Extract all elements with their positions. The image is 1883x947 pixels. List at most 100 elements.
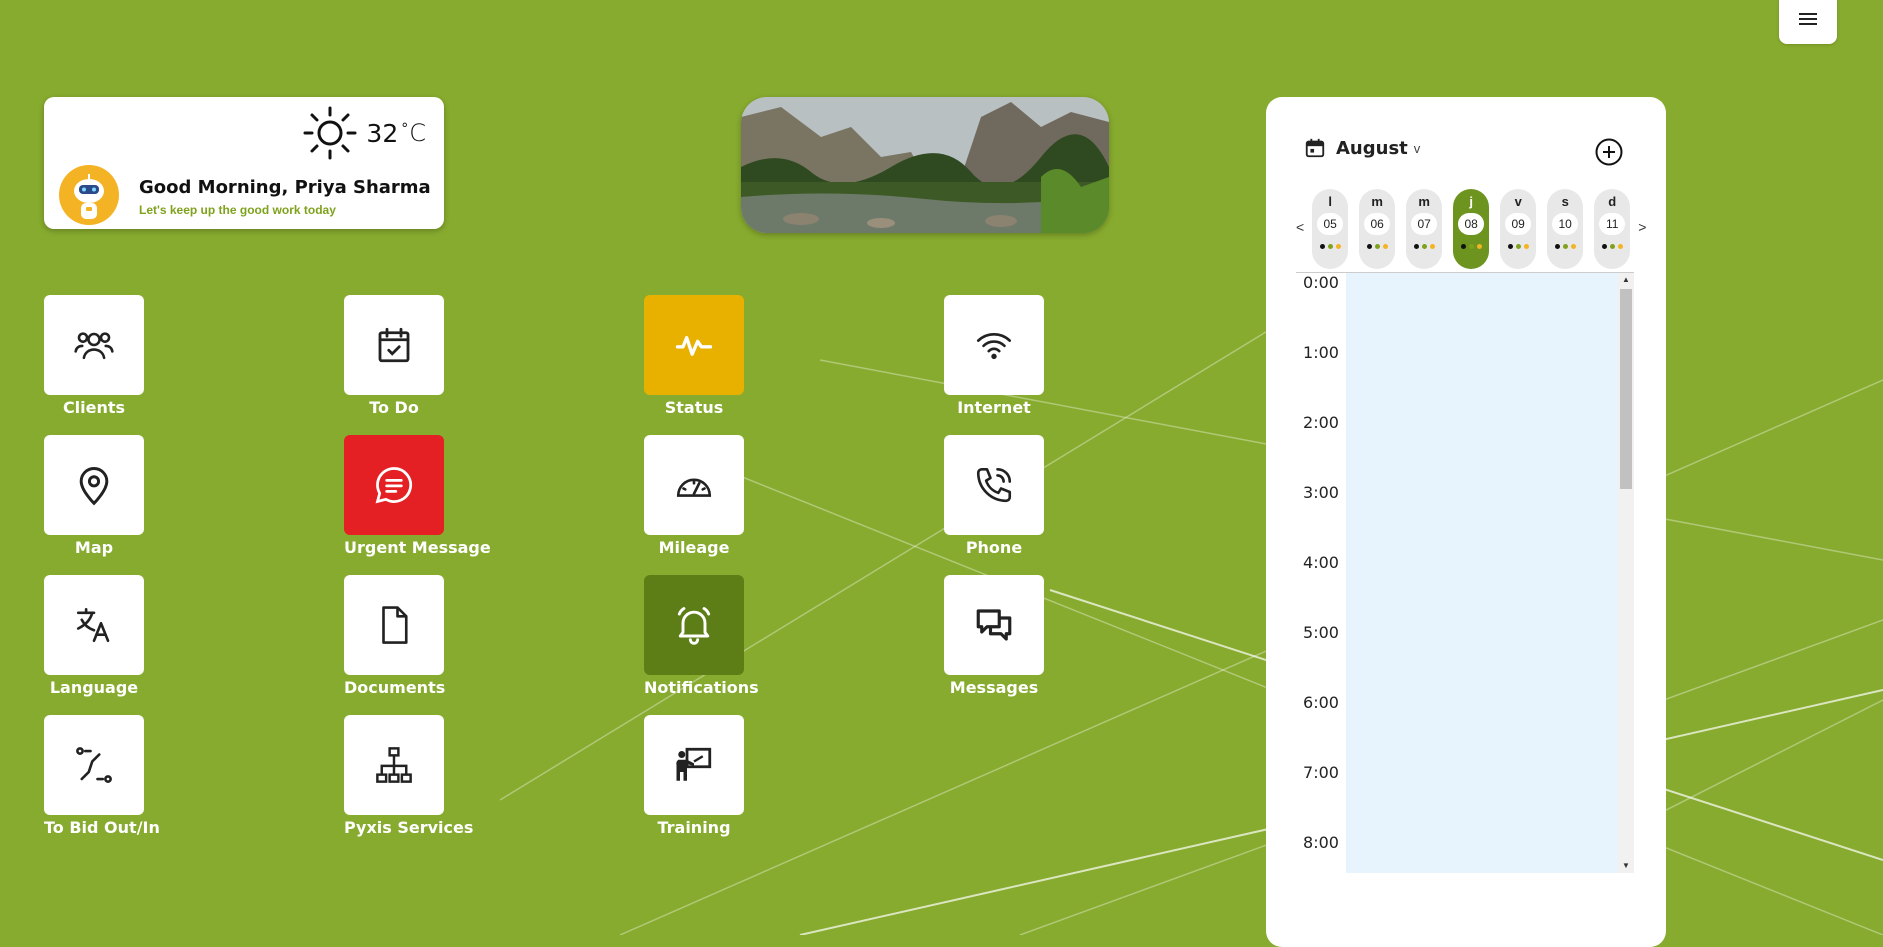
day-number: 05 — [1317, 213, 1344, 235]
scrollbar-thumb[interactable] — [1620, 289, 1632, 489]
tile-to-bid-button[interactable] — [44, 715, 144, 815]
day-pill[interactable]: v 09 — [1500, 189, 1537, 269]
greeting-title: Good Morning, Priya Sharma — [139, 177, 431, 198]
day-pill[interactable]: d 11 — [1594, 189, 1631, 269]
event-dots — [1366, 244, 1388, 249]
tile-clients-button[interactable] — [44, 295, 144, 395]
next-week-button[interactable]: > — [1638, 219, 1646, 235]
tile-pyxis-services-button[interactable] — [344, 715, 444, 815]
tile-urgent-message-button[interactable] — [344, 435, 444, 535]
hour-label: 0:00 — [1303, 273, 1339, 292]
event-dots — [1507, 244, 1529, 249]
greeting-subtitle: Let's keep up the good work today — [139, 203, 336, 217]
hour-label: 4:00 — [1303, 553, 1339, 572]
tile-language-button[interactable] — [44, 575, 144, 675]
month-selector[interactable]: August v — [1304, 137, 1420, 159]
event-dots — [1413, 244, 1435, 249]
calendar-check-icon — [378, 327, 410, 363]
greeting-card: 32 ° C Good Morning, Priya Sharma Let's ke… — [44, 97, 444, 229]
hour-label: 7:00 — [1303, 763, 1339, 782]
calendar-panel: August v < l 05 m 06 m 07 j 08 v 09 s 10… — [1266, 97, 1666, 947]
tile-training[interactable]: Training — [644, 715, 794, 837]
month-caret[interactable]: v — [1414, 141, 1421, 156]
time-slots[interactable] — [1346, 273, 1618, 873]
tile-map[interactable]: Map — [44, 435, 194, 557]
tile-phone[interactable]: Phone — [944, 435, 1094, 557]
menu-icon — [1799, 13, 1817, 25]
event-dots — [1601, 244, 1623, 249]
bell-icon — [677, 607, 711, 645]
hour-label: 8:00 — [1303, 833, 1339, 852]
day-pill[interactable]: l 05 — [1312, 189, 1349, 269]
hour-label: 3:00 — [1303, 483, 1339, 502]
tile-status[interactable]: Status — [644, 295, 794, 417]
tile-label: Pyxis Services — [344, 818, 474, 837]
tile-label: Notifications — [644, 678, 759, 697]
tile-pyxis-services[interactable]: Pyxis Services — [344, 715, 494, 837]
hour-label: 2:00 — [1303, 413, 1339, 432]
tile-label: Internet — [957, 398, 1031, 417]
tile-notifications[interactable]: Notifications — [644, 575, 794, 697]
hamburger-menu-button[interactable] — [1779, 0, 1837, 44]
tile-label: Training — [657, 818, 731, 837]
schedule-scrollbar[interactable]: ▲ ▼ — [1618, 273, 1634, 873]
robot-icon — [74, 174, 104, 219]
message-icon — [375, 467, 413, 504]
sitemap-icon — [376, 747, 412, 783]
day-number: 09 — [1505, 213, 1532, 235]
sun-icon — [303, 106, 357, 160]
tile-phone-button[interactable] — [944, 435, 1044, 535]
day-number: 07 — [1411, 213, 1438, 235]
tile-documents-button[interactable] — [344, 575, 444, 675]
tile-messages[interactable]: Messages — [944, 575, 1094, 697]
day-letter: d — [1608, 194, 1617, 209]
day-number: 10 — [1552, 213, 1579, 235]
tile-todo[interactable]: To Do — [344, 295, 494, 417]
add-event-button[interactable] — [1594, 137, 1624, 172]
tile-label: Clients — [62, 398, 126, 417]
week-strip: < l 05 m 06 m 07 j 08 v 09 s 10 d 11 > — [1296, 189, 1646, 269]
tile-todo-button[interactable] — [344, 295, 444, 395]
tile-mileage-button[interactable] — [644, 435, 744, 535]
weather-widget: 32 ° C — [302, 105, 426, 161]
map-pin-icon — [79, 467, 109, 506]
tile-internet-button[interactable] — [944, 295, 1044, 395]
event-dots — [1554, 244, 1576, 249]
day-pill[interactable]: m 07 — [1406, 189, 1443, 269]
tile-label: Status — [664, 398, 724, 417]
tile-documents[interactable]: Documents — [344, 575, 494, 697]
day-letter: s — [1561, 194, 1569, 209]
presentation-icon — [676, 747, 712, 781]
tile-training-button[interactable] — [644, 715, 744, 815]
activity-icon — [675, 336, 713, 356]
month-label[interactable]: August — [1336, 138, 1408, 159]
landscape-banner — [741, 97, 1109, 233]
hour-label: 5:00 — [1303, 623, 1339, 642]
tile-map-button[interactable] — [44, 435, 144, 535]
day-pill[interactable]: s 10 — [1547, 189, 1584, 269]
scroll-up-arrow-icon[interactable]: ▲ — [1618, 273, 1634, 287]
event-dots — [1319, 244, 1341, 249]
tile-language[interactable]: Language — [44, 575, 194, 697]
tile-internet[interactable]: Internet — [944, 295, 1094, 417]
tile-status-button[interactable] — [644, 295, 744, 395]
tile-label: Map — [74, 538, 114, 557]
day-schedule[interactable]: 0:00 1:00 2:00 3:00 4:00 5:00 6:00 7:00 … — [1296, 272, 1634, 873]
route-icon — [76, 747, 112, 783]
scroll-down-arrow-icon[interactable]: ▼ — [1618, 859, 1634, 873]
prev-week-button[interactable]: < — [1296, 219, 1304, 235]
tile-to-bid[interactable]: To Bid Out/In — [44, 715, 194, 837]
temperature-unit: C — [409, 118, 426, 147]
day-pill[interactable]: m 06 — [1359, 189, 1396, 269]
tile-urgent-message[interactable]: Urgent Message — [344, 435, 494, 557]
tile-notifications-button[interactable] — [644, 575, 744, 675]
day-letter: m — [1418, 194, 1430, 209]
day-letter: j — [1469, 194, 1473, 209]
tile-messages-button[interactable] — [944, 575, 1044, 675]
tile-clients[interactable]: Clients — [44, 295, 194, 417]
tile-mileage[interactable]: Mileage — [644, 435, 794, 557]
gauge-icon — [676, 478, 712, 497]
day-letter: m — [1371, 194, 1383, 209]
day-pill-selected[interactable]: j 08 — [1453, 189, 1490, 269]
temperature: 32 ° C — [366, 119, 426, 148]
